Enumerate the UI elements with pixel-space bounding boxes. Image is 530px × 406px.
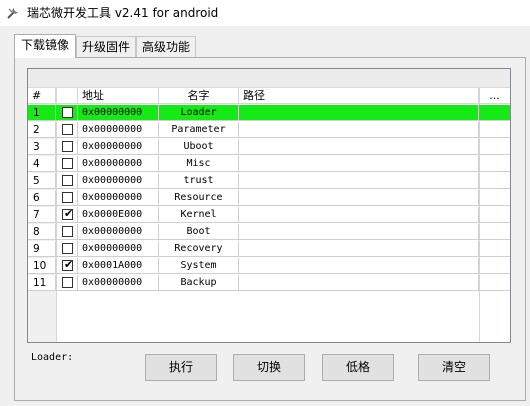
row-index: 9 <box>28 241 56 257</box>
row-checkbox[interactable] <box>62 175 73 186</box>
row-address: 0x00000000 <box>78 139 159 155</box>
header-more[interactable]: ... <box>479 88 510 104</box>
row-more-cell <box>479 241 510 257</box>
switch-button[interactable]: 切换 <box>233 354 305 381</box>
row-address: 0x00000000 <box>78 105 159 121</box>
row-checkbox[interactable]: ✔ <box>62 258 74 271</box>
row-more-cell <box>479 224 510 240</box>
row-path <box>239 190 479 206</box>
row-checkbox[interactable] <box>62 107 73 118</box>
row-path <box>239 156 479 172</box>
row-name: Misc <box>159 156 239 172</box>
row-address: 0x00000000 <box>78 122 159 138</box>
row-path <box>239 258 479 274</box>
row-checkbox[interactable] <box>62 158 73 169</box>
row-index: 1 <box>28 105 56 121</box>
checkmark-icon: ✔ <box>64 258 74 271</box>
title-bar: 瑞芯微开发工具 v2.41 for android <box>0 0 530 26</box>
row-more-cell <box>479 156 510 172</box>
row-index: 11 <box>28 275 56 291</box>
tool-icon <box>7 8 18 19</box>
row-more-cell <box>479 275 510 291</box>
header-index[interactable]: # <box>28 88 56 104</box>
format-button[interactable]: 低格 <box>322 354 394 381</box>
row-path <box>239 207 479 223</box>
row-index: 8 <box>28 224 56 240</box>
row-name: Loader <box>159 105 239 121</box>
row-address: 0x00000000 <box>78 275 159 291</box>
loader-status-label: Loader: <box>31 352 74 363</box>
checkmark-icon: ✔ <box>64 207 74 220</box>
row-name: System <box>159 258 239 274</box>
row-more-cell <box>479 105 510 121</box>
row-index: 4 <box>28 156 56 172</box>
row-index: 7 <box>28 207 56 223</box>
row-index: 6 <box>28 190 56 206</box>
row-index: 5 <box>28 173 56 189</box>
row-more-cell <box>479 173 510 189</box>
row-path <box>239 122 479 138</box>
row-checkbox[interactable] <box>62 226 73 237</box>
window-title: 瑞芯微开发工具 v2.41 for android <box>27 6 219 20</box>
row-more-cell <box>479 207 510 223</box>
row-name: trust <box>159 173 239 189</box>
row-more-cell <box>479 122 510 138</box>
row-checkbox[interactable]: ✔ <box>62 207 74 220</box>
row-checkbox[interactable] <box>62 141 73 152</box>
row-checkbox[interactable] <box>62 192 73 203</box>
row-name: Kernel <box>159 207 239 223</box>
row-path <box>239 224 479 240</box>
clear-button[interactable]: 清空 <box>418 354 490 381</box>
row-address: 0x00000000 <box>78 241 159 257</box>
row-more-cell <box>479 139 510 155</box>
row-path <box>239 275 479 291</box>
header-check[interactable] <box>56 88 78 104</box>
row-checkbox[interactable] <box>62 243 73 254</box>
row-name: Boot <box>159 224 239 240</box>
row-name: Recovery <box>159 241 239 257</box>
row-address: 0x00000000 <box>78 173 159 189</box>
row-name: Parameter <box>159 122 239 138</box>
row-address: 0x00000000 <box>78 156 159 172</box>
run-button[interactable]: 执行 <box>145 354 217 381</box>
row-name: Uboot <box>159 139 239 155</box>
tab-advanced-functions[interactable]: 高级功能 <box>136 36 196 57</box>
row-index: 3 <box>28 139 56 155</box>
row-index: 2 <box>28 122 56 138</box>
partition-list[interactable]: # 地址 名字 路径 ... 1 0x00000000 Loader 2 0x00000… <box>27 68 511 343</box>
tab-download-image[interactable]: 下载镜像 <box>14 34 76 58</box>
row-path <box>239 105 479 121</box>
download-panel: # 地址 名字 路径 ... 1 0x00000000 Loader 2 0x00000… <box>14 57 526 401</box>
row-path <box>239 139 479 155</box>
row-more-cell <box>479 190 510 206</box>
header-address[interactable]: 地址 <box>78 88 159 104</box>
tab-upgrade-firmware[interactable]: 升级固件 <box>76 36 136 57</box>
row-checkbox[interactable] <box>62 124 73 135</box>
row-checkbox[interactable] <box>62 277 73 288</box>
row-address: 0x0001A000 <box>78 258 159 274</box>
row-index: 10 <box>28 258 56 274</box>
row-address: 0x0000E000 <box>78 207 159 223</box>
row-path <box>239 241 479 257</box>
header-name[interactable]: 名字 <box>159 88 239 104</box>
header-path[interactable]: 路径 <box>239 88 479 104</box>
row-address: 0x00000000 <box>78 190 159 206</box>
row-more-cell <box>479 258 510 274</box>
row-name: Backup <box>159 275 239 291</box>
row-path <box>239 173 479 189</box>
row-address: 0x00000000 <box>78 224 159 240</box>
list-top-bar <box>28 69 510 88</box>
row-name: Resource <box>159 190 239 206</box>
